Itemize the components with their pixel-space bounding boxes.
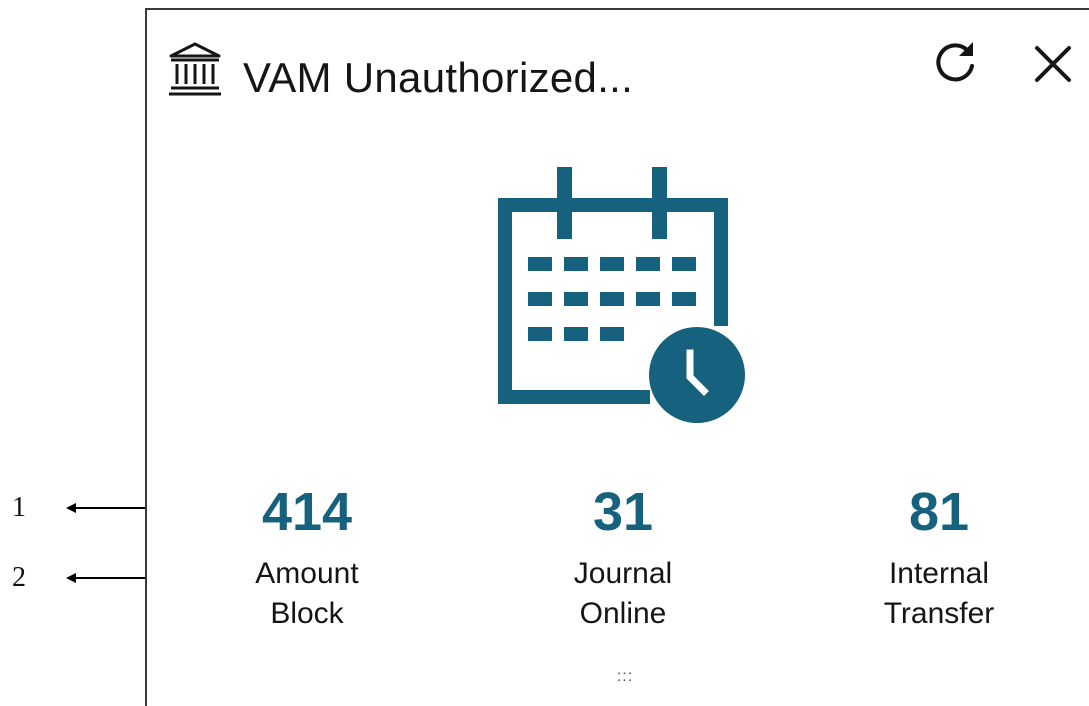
close-button[interactable] xyxy=(1025,36,1081,92)
widget-card: VAM Unauthorized... 414 Amount Block 31 … xyxy=(145,8,1089,706)
metric-label: Journal Online xyxy=(573,557,673,630)
widget-title: VAM Unauthorized... xyxy=(243,54,634,101)
metric-value: 414 xyxy=(261,482,353,542)
metric-value: 81 xyxy=(908,482,970,542)
drag-handle-icon[interactable]: ::: xyxy=(605,668,645,688)
close-icon xyxy=(1035,46,1071,82)
callout-number: 2 xyxy=(12,562,26,593)
metric-amount-block[interactable]: 414 Amount Block xyxy=(187,472,427,634)
metric-label: Internal Transfer xyxy=(883,557,995,630)
metric-value: 31 xyxy=(592,482,654,542)
page: 1 2 VAM Unauthorized... 414 Amount Block… xyxy=(0,0,1089,706)
calendar-clock-icon xyxy=(498,167,745,423)
widget-header: VAM Unauthorized... xyxy=(147,10,1089,150)
metric-journal-online[interactable]: 31 Journal Online xyxy=(503,472,743,634)
metric-internal-transfer[interactable]: 81 Internal Transfer xyxy=(819,472,1059,634)
callout-number: 1 xyxy=(12,492,26,523)
refresh-icon xyxy=(936,42,974,82)
metric-label: Amount Block xyxy=(255,557,359,630)
bank-icon xyxy=(169,42,221,96)
refresh-button[interactable] xyxy=(927,36,983,92)
